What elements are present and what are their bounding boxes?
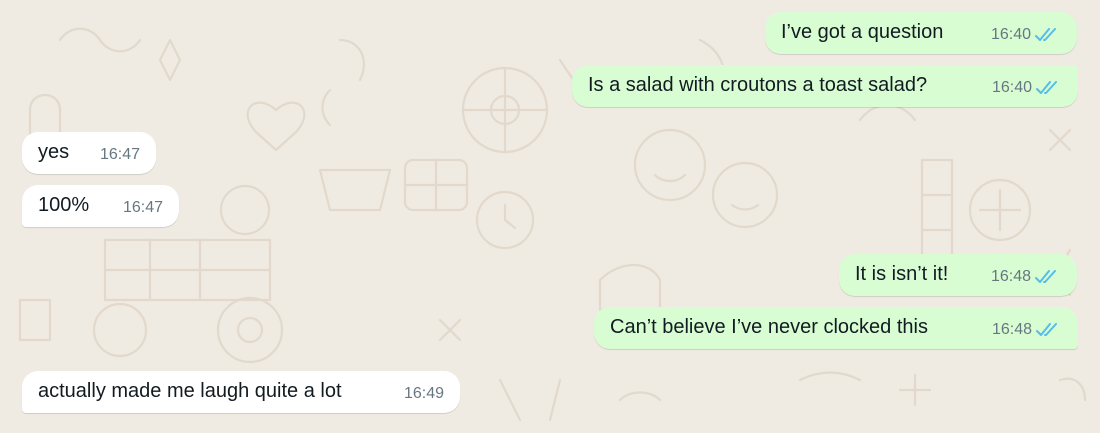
double-check-read-icon (1036, 323, 1057, 336)
double-check-read-icon (1035, 28, 1056, 41)
message-time: 16:47 (122, 199, 163, 216)
message-meta: 16:47 (123, 198, 163, 218)
message-meta: 16:48 (992, 320, 1060, 340)
message-list: I’ve got a question 16:40 Is a salad wit… (0, 0, 1100, 433)
message-bubble-incoming[interactable]: yes 16:47 (22, 132, 156, 174)
double-check-read-icon (1035, 270, 1056, 283)
message-bubble-outgoing[interactable]: Can’t believe I’ve never clocked this 16… (594, 307, 1078, 349)
message-meta: 16:47 (100, 145, 140, 165)
message-text: It is isn’t it! (855, 263, 949, 285)
message-time: 16:48 (991, 321, 1032, 338)
message-text: actually made me laugh quite a lot (38, 380, 342, 402)
message-time: 16:48 (990, 268, 1031, 285)
message-time: 16:40 (990, 26, 1031, 43)
message-bubble-outgoing[interactable]: Is a salad with croutons a toast salad? … (572, 65, 1078, 107)
message-bubble-outgoing[interactable]: It is isn’t it! 16:48 (839, 254, 1077, 296)
message-text: Is a salad with croutons a toast salad? (588, 74, 928, 96)
message-text: 100% (38, 194, 90, 216)
message-time: 16:47 (99, 146, 140, 163)
message-meta: 16:40 (992, 78, 1060, 98)
message-text: Can’t believe I’ve never clocked this (610, 316, 928, 338)
message-text: yes (38, 141, 70, 163)
message-meta: 16:48 (991, 267, 1059, 287)
message-text: I’ve got a question (781, 21, 944, 43)
message-bubble-incoming[interactable]: 100% 16:47 (22, 185, 179, 227)
message-meta: 16:49 (404, 384, 444, 404)
message-time: 16:49 (403, 385, 444, 402)
message-time: 16:40 (991, 79, 1032, 96)
message-meta: 16:40 (991, 25, 1059, 45)
message-bubble-outgoing[interactable]: I’ve got a question 16:40 (765, 12, 1077, 54)
double-check-read-icon (1036, 81, 1057, 94)
message-bubble-incoming[interactable]: actually made me laugh quite a lot 16:49 (22, 371, 460, 413)
